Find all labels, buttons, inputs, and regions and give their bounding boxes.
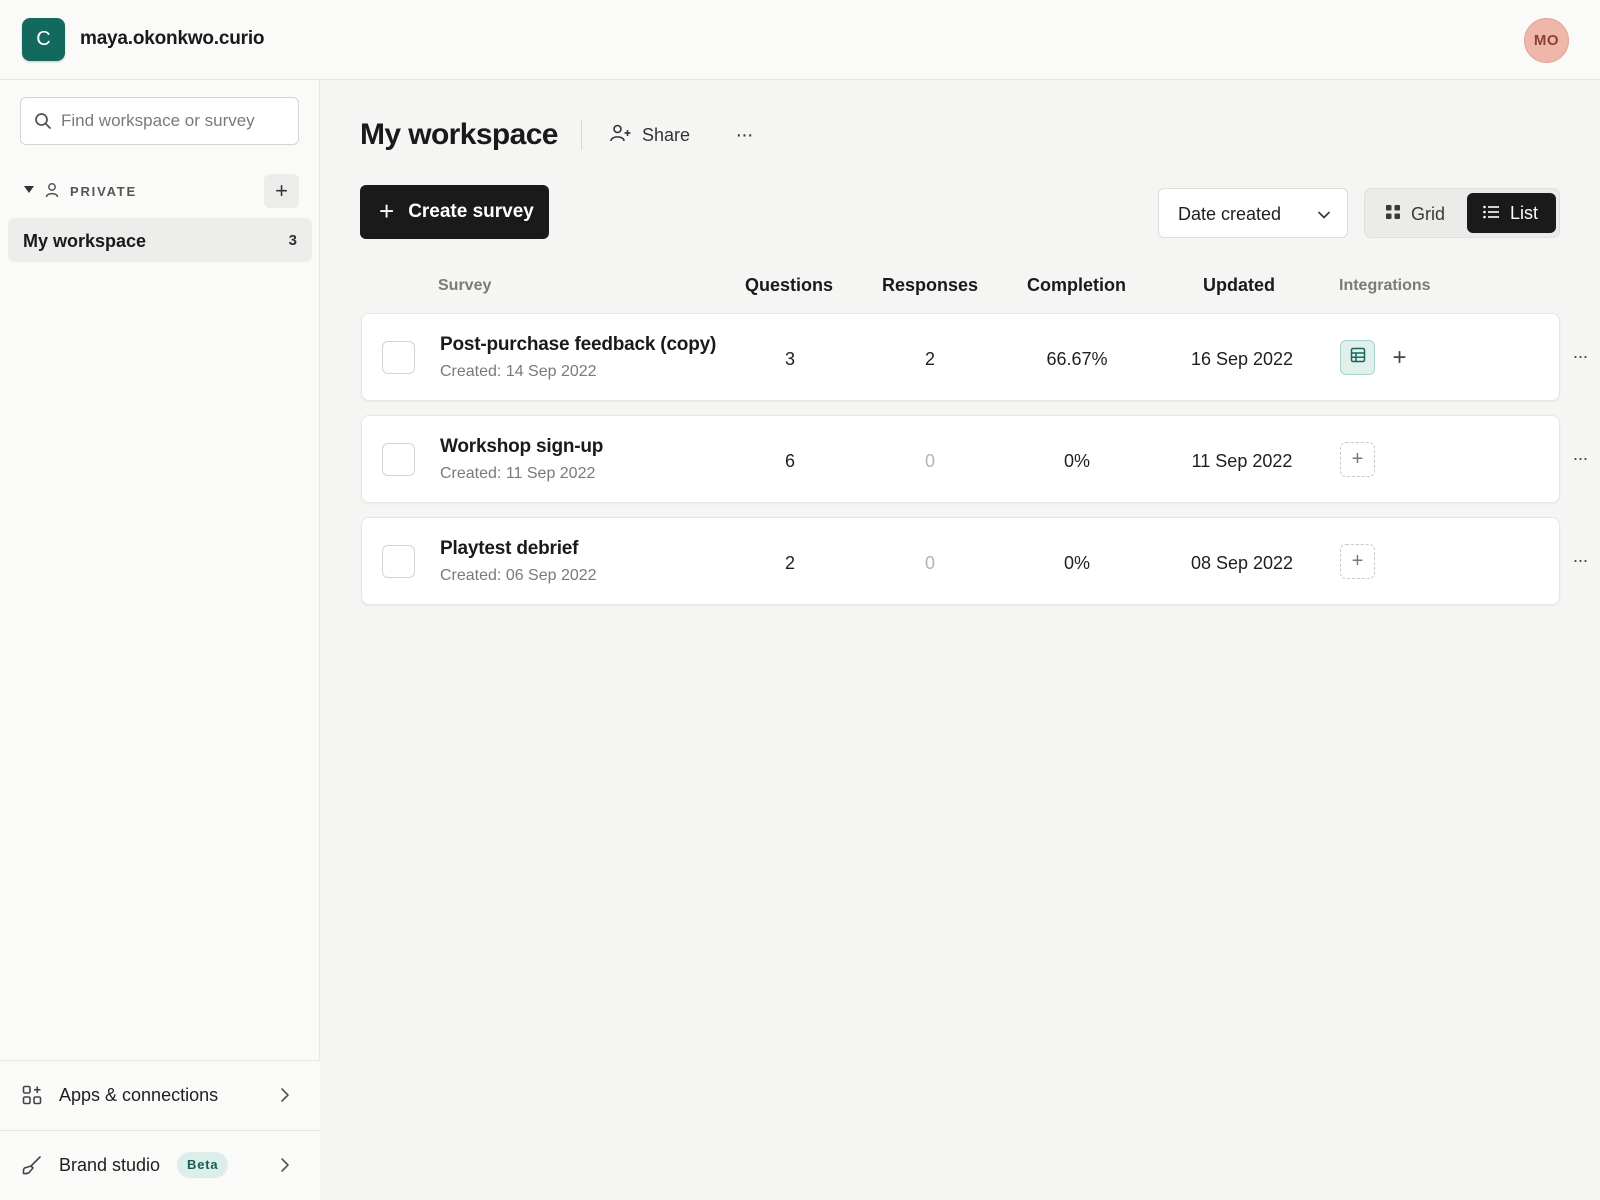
search-input[interactable] bbox=[61, 98, 291, 144]
row-checkbox[interactable] bbox=[382, 341, 415, 374]
questions-count: 6 bbox=[784, 451, 795, 471]
survey-title[interactable]: Playtest debrief bbox=[440, 538, 579, 560]
list-label: List bbox=[1510, 202, 1539, 223]
title-divider bbox=[581, 120, 582, 150]
column-header-responses[interactable]: Responses bbox=[882, 275, 978, 296]
workspace-name: My workspace bbox=[23, 231, 147, 251]
share-label: Share bbox=[642, 124, 691, 145]
account-name[interactable]: maya.okonkwo.curio bbox=[80, 28, 265, 50]
apps-connections-label: Apps & connections bbox=[59, 1085, 219, 1105]
grid-view-button[interactable]: Grid bbox=[1385, 199, 1445, 229]
questions-count: 2 bbox=[784, 553, 795, 573]
sort-value: Date created bbox=[1178, 204, 1282, 224]
add-integration-button[interactable]: + bbox=[1382, 340, 1417, 375]
chevron-right-icon bbox=[280, 1157, 290, 1178]
updated-date: 16 Sep 2022 bbox=[1190, 349, 1294, 369]
list-view-button[interactable]: List bbox=[1467, 193, 1556, 233]
brush-icon bbox=[22, 1155, 42, 1180]
brand-studio-link[interactable]: Brand studio Beta bbox=[0, 1130, 320, 1200]
apps-connections-link[interactable]: Apps & connections bbox=[0, 1060, 320, 1130]
grid-icon bbox=[1385, 204, 1401, 225]
beta-badge: Beta bbox=[177, 1152, 229, 1178]
search-icon bbox=[34, 112, 52, 135]
table-row[interactable]: Playtest debrief Created: 06 Sep 2022 2 … bbox=[361, 517, 1560, 605]
search-box[interactable] bbox=[20, 97, 299, 145]
workspace-count: 3 bbox=[288, 232, 297, 249]
add-workspace-button[interactable]: + bbox=[264, 174, 299, 208]
create-survey-label: Create survey bbox=[408, 201, 534, 222]
table-row[interactable]: Post-purchase feedback (copy) Created: 1… bbox=[361, 313, 1560, 401]
add-integration-button[interactable]: + bbox=[1340, 544, 1375, 579]
completion-rate: 0% bbox=[1063, 451, 1090, 471]
survey-created-date: Created: 14 Sep 2022 bbox=[440, 363, 597, 380]
add-integration-button[interactable]: + bbox=[1340, 442, 1375, 477]
column-header-integrations: Integrations bbox=[1339, 277, 1431, 294]
grid-label: Grid bbox=[1411, 203, 1446, 224]
updated-date: 11 Sep 2022 bbox=[1191, 451, 1293, 471]
updated-date: 08 Sep 2022 bbox=[1190, 553, 1294, 573]
user-avatar[interactable]: MO bbox=[1524, 18, 1569, 63]
completion-rate: 0% bbox=[1063, 553, 1090, 573]
sheets-integration-button[interactable] bbox=[1340, 340, 1375, 375]
responses-count: 0 bbox=[924, 451, 935, 471]
plus-icon: + bbox=[379, 195, 395, 226]
add-person-icon bbox=[610, 124, 632, 147]
survey-title[interactable]: Post-purchase feedback (copy) bbox=[440, 334, 716, 356]
survey-created-date: Created: 06 Sep 2022 bbox=[440, 567, 597, 584]
responses-count: 2 bbox=[924, 349, 935, 369]
row-checkbox[interactable] bbox=[382, 545, 415, 578]
collapse-caret-icon[interactable] bbox=[24, 186, 34, 193]
page-title: My workspace bbox=[360, 118, 559, 151]
account-logo[interactable]: C bbox=[22, 18, 65, 61]
sort-dropdown[interactable]: Date created bbox=[1158, 188, 1348, 238]
more-options-icon[interactable]: ··· bbox=[730, 118, 758, 152]
responses-count: 0 bbox=[924, 553, 935, 573]
view-toggle: Grid List bbox=[1364, 188, 1560, 238]
questions-count: 3 bbox=[784, 349, 795, 369]
sidebar-item-my-workspace[interactable]: My workspace 3 bbox=[8, 218, 312, 262]
sidebar: PRIVATE + My workspace 3 Apps & connecti… bbox=[0, 80, 320, 1200]
brand-studio-label: Brand studio bbox=[59, 1155, 161, 1175]
sheet-icon bbox=[1350, 347, 1366, 368]
row-checkbox[interactable] bbox=[382, 443, 415, 476]
survey-title[interactable]: Workshop sign-up bbox=[440, 436, 603, 458]
column-header-completion[interactable]: Completion bbox=[1027, 275, 1126, 296]
survey-created-date: Created: 11 Sep 2022 bbox=[440, 465, 596, 482]
column-header-updated[interactable]: Updated bbox=[1203, 275, 1275, 296]
column-header-questions[interactable]: Questions bbox=[745, 275, 833, 296]
list-icon bbox=[1483, 203, 1500, 224]
chevron-right-icon bbox=[280, 1087, 290, 1108]
person-icon bbox=[45, 182, 59, 203]
share-button[interactable]: Share bbox=[610, 118, 690, 152]
column-header-survey[interactable]: Survey bbox=[438, 277, 491, 295]
row-more-options-icon[interactable]: ··· bbox=[1569, 346, 1591, 366]
private-section-header: PRIVATE + bbox=[0, 174, 320, 210]
table-row[interactable]: Workshop sign-up Created: 11 Sep 2022 6 … bbox=[361, 415, 1560, 503]
apps-grid-icon bbox=[22, 1085, 42, 1110]
row-more-options-icon[interactable]: ··· bbox=[1569, 550, 1591, 570]
chevron-down-icon bbox=[1317, 207, 1331, 225]
completion-rate: 66.67% bbox=[1046, 349, 1108, 369]
create-survey-button[interactable]: + Create survey bbox=[360, 185, 549, 239]
top-bar: C maya.okonkwo.curio MO bbox=[0, 0, 1600, 80]
section-label: PRIVATE bbox=[70, 184, 138, 199]
row-more-options-icon[interactable]: ··· bbox=[1569, 448, 1591, 468]
